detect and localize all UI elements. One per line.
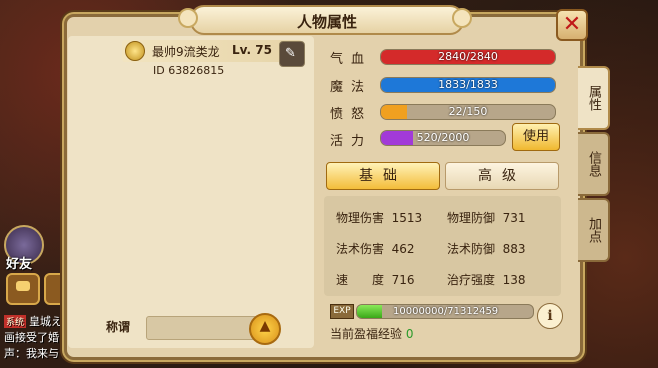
title-upload-button[interactable]: ▲ (249, 313, 281, 345)
attr-label: 物理防御 (447, 211, 496, 225)
chat-button[interactable] (6, 273, 40, 305)
character-level: Lv. 75 (232, 43, 272, 57)
attr-value: 138 (502, 273, 526, 287)
chat-tag: 系统 (4, 315, 27, 328)
tab-advanced[interactable]: 高级 (445, 162, 559, 190)
medal-icon (125, 41, 145, 61)
attr-row: 物理防御 731 (447, 209, 526, 226)
attr-value: 731 (502, 211, 526, 225)
attr-row: 物理伤害 1513 (336, 209, 422, 226)
close-button[interactable]: ✕ (556, 9, 588, 41)
side-tab-points[interactable]: 加点 (578, 198, 610, 262)
vigor-label: 活力 (330, 134, 373, 149)
bless-exp: 当前盈福经验 0 (330, 325, 413, 342)
bless-value: 0 (405, 327, 414, 341)
chat-line-1: 系统 皇城え (4, 313, 62, 329)
tab-basic[interactable]: 基础 (326, 162, 440, 190)
edit-icon: ✎ (285, 46, 296, 61)
chat-line-3: 声：我来与 (4, 347, 59, 360)
side-tab-info[interactable]: 信息 (578, 132, 610, 196)
anger-value: 22/150 (448, 105, 488, 118)
attr-row: 速 度 716 (336, 271, 415, 288)
friend-label[interactable]: 好友 (6, 253, 32, 272)
side-tab-attributes[interactable]: 属性 (578, 66, 610, 130)
mp-label: 魔法 (330, 80, 373, 95)
vigor-value: 520/2000 (416, 131, 470, 144)
hp-label: 气血 (330, 52, 373, 67)
attr-row: 法术防御 883 (447, 240, 526, 257)
attr-label: 物理伤害 (336, 211, 385, 225)
attr-row: 治疗强度 138 (447, 271, 526, 288)
attr-value: 462 (391, 242, 415, 256)
title-plate: 人物属性 (190, 5, 464, 35)
mp-value: 1833/1833 (438, 78, 498, 91)
close-icon: ✕ (562, 12, 582, 37)
ornament-right-icon (452, 8, 472, 28)
anger-bar: 22/150 (380, 104, 556, 120)
info-button[interactable]: i (537, 303, 563, 329)
exp-bar: 10000000/71312459 (356, 304, 534, 319)
title-field[interactable] (146, 316, 258, 340)
chat-bubble-icon (16, 281, 30, 291)
ornament-left-icon (178, 8, 198, 28)
hp-value: 2840/2840 (438, 50, 498, 63)
attr-value: 1513 (391, 211, 423, 225)
attr-label: 治疗强度 (447, 273, 496, 287)
attr-label: 法术防御 (447, 242, 496, 256)
attr-value: 883 (502, 242, 526, 256)
attr-row: 法术伤害 462 (336, 240, 415, 257)
character-id: ID 63826815 (153, 64, 225, 77)
character-name: 最帅9流类龙 (152, 45, 220, 59)
edit-name-button[interactable]: ✎ (279, 41, 305, 67)
anger-label: 愤怒 (330, 107, 373, 122)
info-icon: i (547, 308, 553, 324)
arrow-up-icon: ▲ (259, 318, 271, 334)
vigor-bar: 520/2000 (380, 130, 506, 146)
exp-badge: EXP (330, 304, 354, 319)
mp-bar: 1833/1833 (380, 77, 556, 93)
attr-label: 法术伤害 (336, 242, 385, 256)
hp-bar: 2840/2840 (380, 49, 556, 65)
chat-line-2: 画接受了婚 (4, 331, 59, 344)
attr-label: 速 度 (336, 273, 385, 287)
chat-text: 皇城え (29, 315, 63, 328)
use-button[interactable]: 使用 (512, 123, 560, 151)
character-preview-pane (68, 36, 314, 348)
exp-bar-fill (357, 305, 382, 318)
title-label: 称谓 (106, 320, 131, 334)
exp-value: 10000000/71312459 (393, 306, 499, 317)
window-title: 人物属性 (296, 13, 357, 31)
attr-value: 716 (391, 273, 415, 287)
left-hud: 好友 系统 皇城え 画接受了婚 声：我来与 (0, 215, 70, 368)
bless-label: 当前盈福经验 (330, 327, 403, 341)
